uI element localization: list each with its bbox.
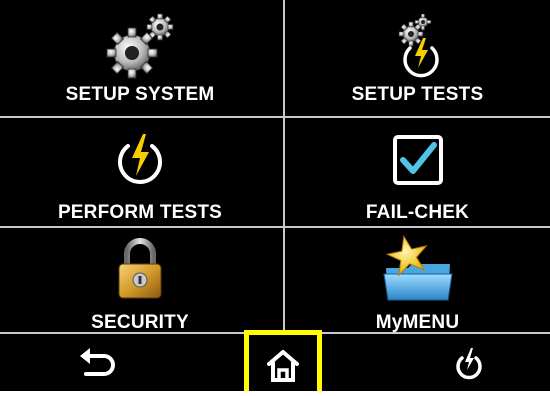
gears-icon xyxy=(106,13,174,79)
back-button[interactable] xyxy=(52,334,142,391)
grid-divider-row1 xyxy=(0,116,550,118)
security-label: SECURITY xyxy=(91,312,189,333)
fail-chek-label: FAIL-CHEK xyxy=(365,202,470,223)
fail-chek-tile[interactable]: FAIL-CHEK xyxy=(285,118,550,226)
power-button[interactable] xyxy=(424,334,514,391)
mymenu-label: MyMENU xyxy=(375,312,460,333)
main-menu-screen: SETUP SYSTEM SETUP TESTS PERFORM TESTS F… xyxy=(0,0,550,391)
star-folder-icon xyxy=(382,234,453,301)
setup-tests-tile[interactable]: SETUP TESTS xyxy=(285,0,550,108)
padlock-icon xyxy=(118,238,162,299)
gear-power-icon xyxy=(398,13,439,78)
setup-tests-label: SETUP TESTS xyxy=(351,84,484,105)
security-tile[interactable]: SECURITY xyxy=(0,228,280,336)
back-arrow-icon xyxy=(80,348,115,376)
menu-grid: SETUP SYSTEM SETUP TESTS PERFORM TESTS F… xyxy=(0,0,550,334)
power-bolt-icon xyxy=(118,134,162,184)
perform-tests-tile[interactable]: PERFORM TESTS xyxy=(0,118,280,226)
perform-tests-label: PERFORM TESTS xyxy=(57,202,223,223)
home-highlight-frame xyxy=(244,330,322,391)
grid-divider-vertical xyxy=(283,0,285,334)
setup-system-label: SETUP SYSTEM xyxy=(65,84,215,105)
mymenu-tile[interactable]: MyMENU xyxy=(285,228,550,336)
setup-system-tile[interactable]: SETUP SYSTEM xyxy=(0,0,280,108)
grid-divider-row2 xyxy=(0,226,550,228)
checkbox-icon xyxy=(392,135,443,185)
power-icon xyxy=(456,348,482,380)
